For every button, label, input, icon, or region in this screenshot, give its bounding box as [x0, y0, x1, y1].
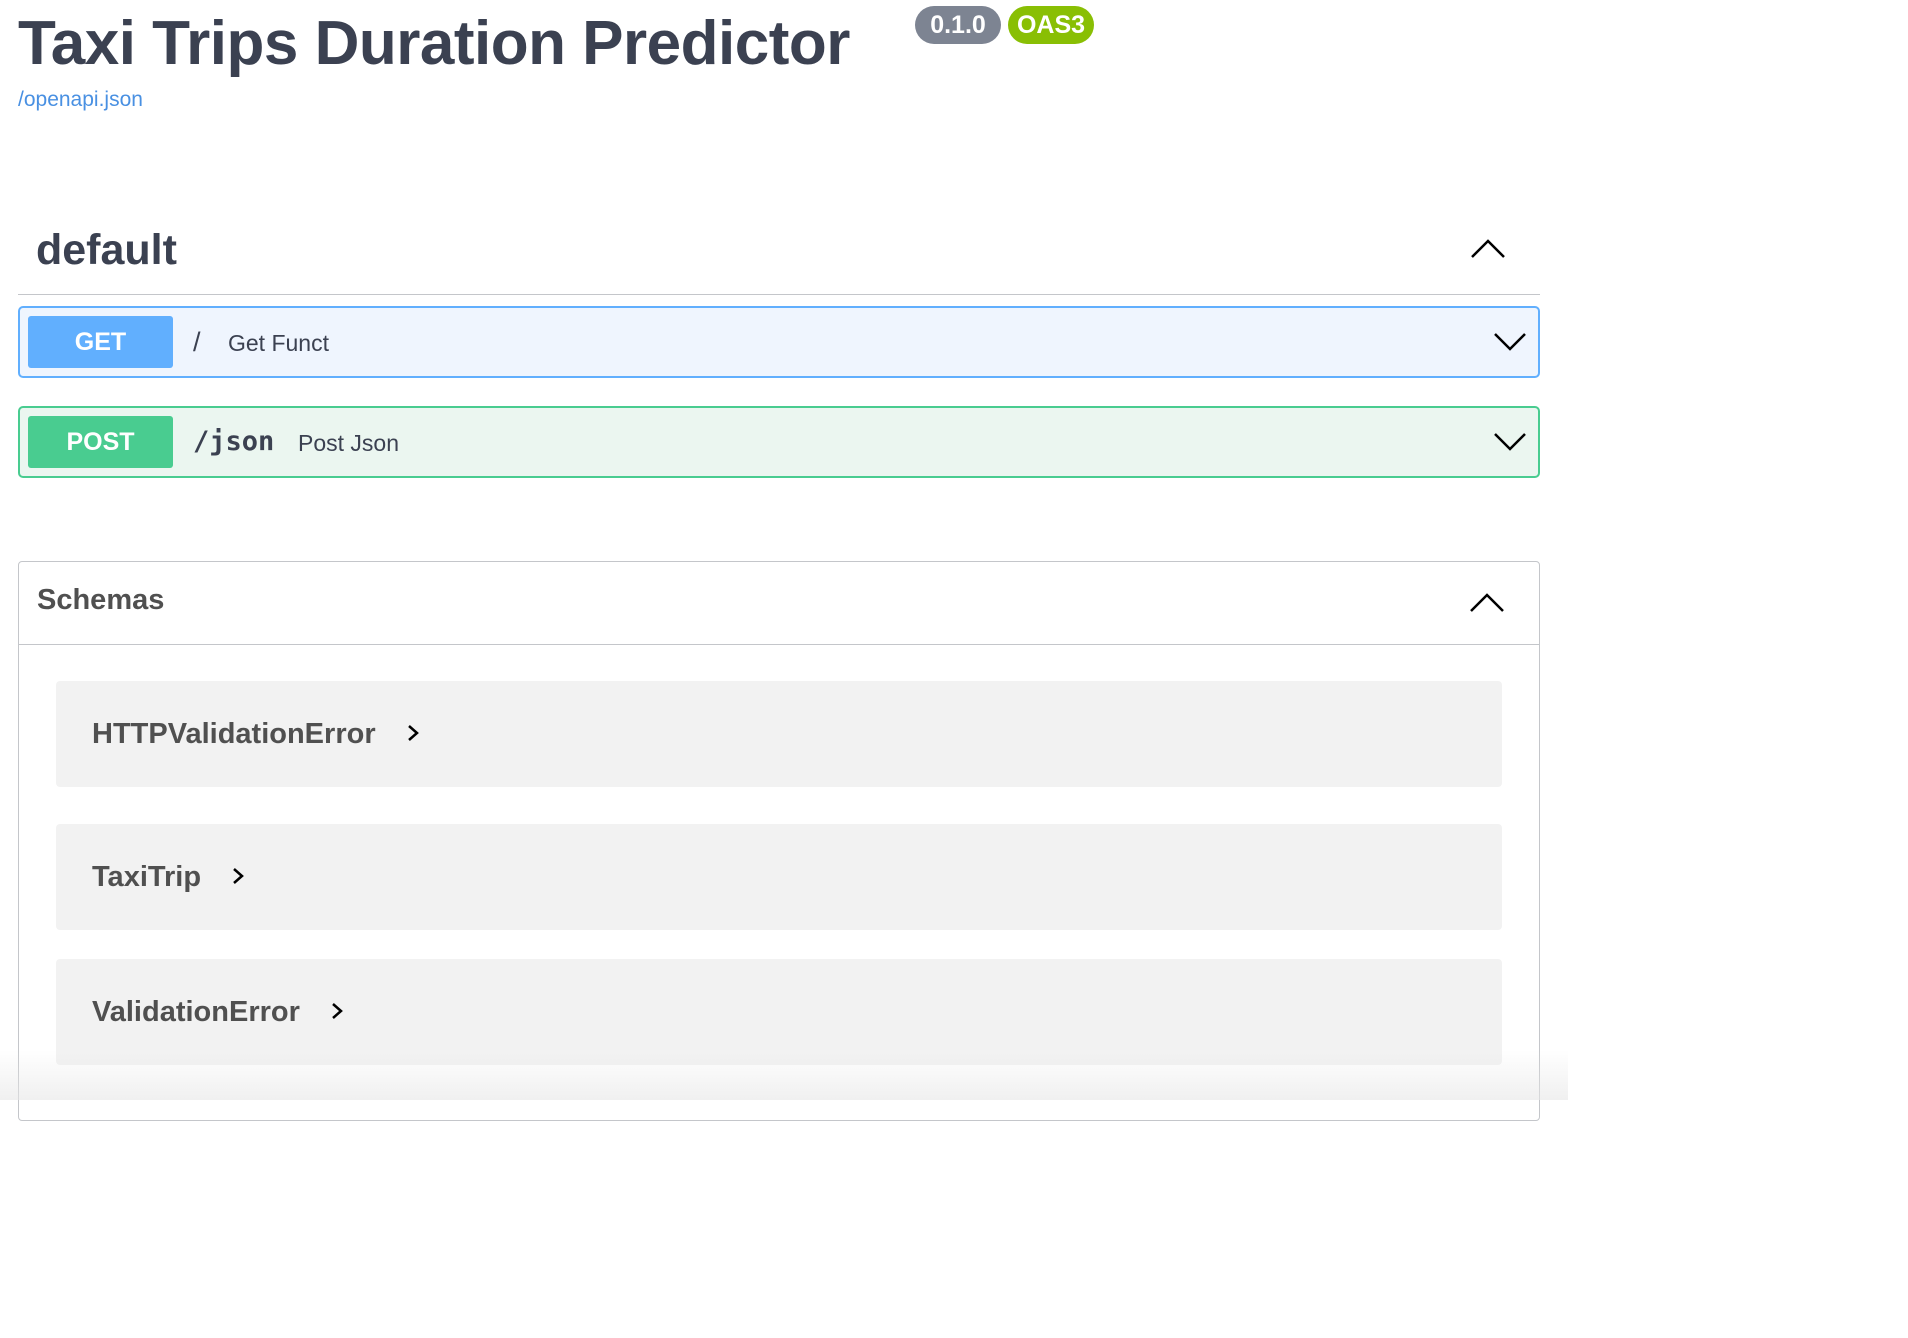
- schemas-title: Schemas: [37, 584, 165, 616]
- schemas-header[interactable]: Schemas: [19, 562, 1539, 645]
- tag-header[interactable]: default: [18, 206, 1540, 295]
- schema-item-httpvalidationerror[interactable]: HTTPValidationError: [56, 681, 1502, 787]
- chevron-up-icon[interactable]: [1463, 582, 1511, 622]
- chevron-right-icon[interactable]: [406, 715, 420, 755]
- chevron-right-icon[interactable]: [330, 993, 344, 1033]
- chevron-down-icon[interactable]: [1490, 324, 1530, 360]
- operation-path: /json: [193, 426, 275, 457]
- operation-summary: Get Funct: [228, 330, 329, 356]
- tag-name: default: [36, 226, 177, 274]
- schema-name: TaxiTrip: [92, 857, 245, 898]
- schema-name: HTTPValidationError: [92, 714, 420, 755]
- chevron-right-icon[interactable]: [231, 858, 245, 898]
- schema-item-validationerror[interactable]: ValidationError: [56, 959, 1502, 1065]
- oas-badge: OAS3: [1008, 6, 1094, 44]
- schema-item-taxitrip[interactable]: TaxiTrip: [56, 824, 1502, 930]
- page-title: Taxi Trips Duration Predictor: [18, 9, 850, 78]
- operation-summary: Post Json: [298, 430, 399, 456]
- openapi-spec-link[interactable]: /openapi.json: [18, 88, 143, 112]
- api-info-header: Taxi Trips Duration Predictor 0.1.0 OAS3…: [18, 0, 1558, 120]
- chevron-down-icon[interactable]: [1490, 424, 1530, 460]
- version-badge: 0.1.0: [915, 6, 1001, 44]
- chevron-up-icon[interactable]: [1464, 228, 1512, 268]
- operation-post-json[interactable]: POST /json Post Json: [18, 406, 1540, 478]
- schemas-section: Schemas HTTPValidationError TaxiTrip Val…: [18, 561, 1540, 1121]
- schema-name: ValidationError: [92, 992, 344, 1033]
- tag-section-default: default GET / Get Funct POST /json Post …: [18, 206, 1540, 478]
- method-badge-post: POST: [28, 416, 173, 468]
- operation-path: /: [193, 327, 201, 357]
- method-badge-get: GET: [28, 316, 173, 368]
- operation-get-root[interactable]: GET / Get Funct: [18, 306, 1540, 378]
